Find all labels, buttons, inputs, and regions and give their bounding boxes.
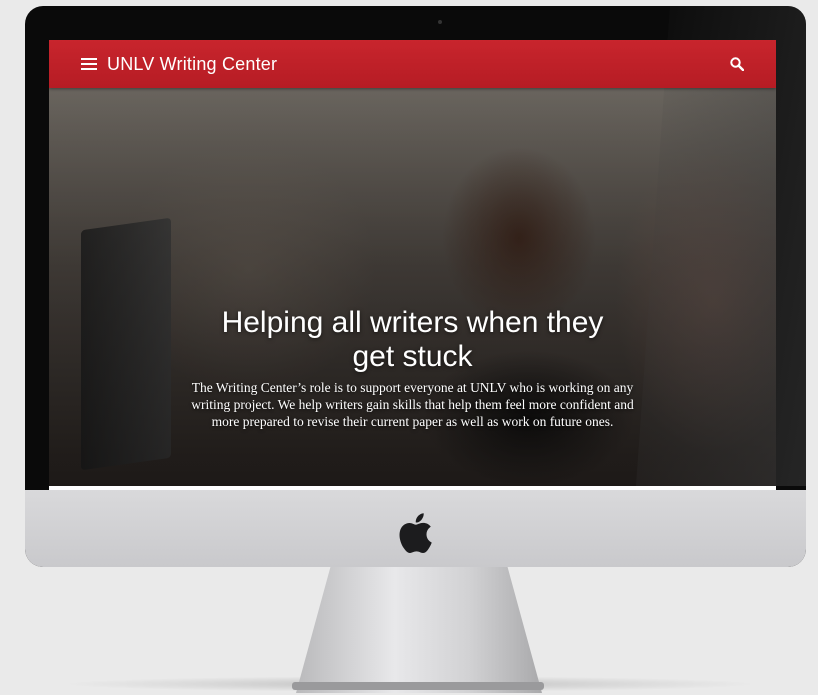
camera-icon xyxy=(438,20,442,24)
top-navbar: UNLV Writing Center xyxy=(49,40,776,88)
imac-monitor: UNLV Writing Center Helping all writers … xyxy=(25,6,806,567)
hero-title: Helping all writers when they get stuck xyxy=(49,306,776,374)
apple-logo-icon xyxy=(399,513,432,554)
hamburger-menu-icon[interactable] xyxy=(81,58,97,70)
imac-stand xyxy=(296,567,542,693)
browser-screen: UNLV Writing Center Helping all writers … xyxy=(49,40,776,492)
site-title[interactable]: UNLV Writing Center xyxy=(107,54,277,75)
hero-banner: Helping all writers when they get stuck … xyxy=(49,88,776,486)
search-icon[interactable] xyxy=(730,57,744,71)
imac-stand-base xyxy=(292,682,544,690)
hero-title-text: Helping all writers when they get stuck xyxy=(221,306,604,373)
hero-description: The Writing Center’s role is to support … xyxy=(191,380,634,429)
